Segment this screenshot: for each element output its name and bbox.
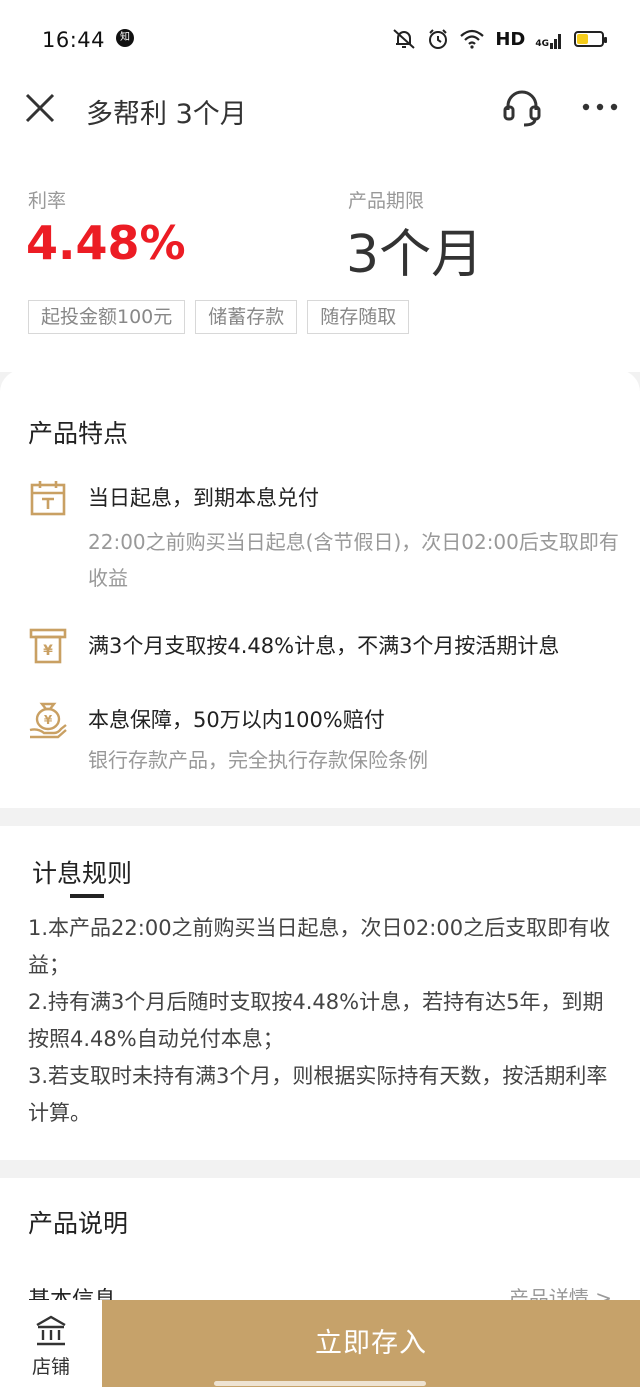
rules-list: 1.本产品22:00之前购买当日起息，次日02:00之后支取即有收益； 2.持有… [28, 910, 620, 1132]
bank-building-icon [36, 1315, 66, 1346]
tag-flexible: 随存随取 [307, 300, 410, 334]
status-icons: HD 4G [391, 26, 607, 52]
feature-title: 满3个月支取按4.48%计息，不满3个月按活期计息 [88, 634, 560, 658]
tag-savings: 储蓄存款 [195, 300, 298, 334]
money-bag-hand-icon: ¥ [29, 702, 67, 739]
term-value: 3个月 [346, 225, 484, 285]
product-summary: 利率 4.48% 产品期限 3个月 起投金额100元 储蓄存款 随存随取 [0, 140, 640, 372]
network-type: 4G [535, 39, 549, 49]
rule-item: 3.若支取时未持有满3个月，则根据实际持有天数，按活期利率计算。 [28, 1064, 608, 1125]
feature-title: 本息保障，50万以内100%赔付 [88, 708, 385, 732]
status-bar: 16:44 知 HD 4G [0, 0, 640, 78]
wifi-icon [460, 29, 485, 49]
store-label: 店铺 [31, 1356, 70, 1378]
rules-card: 计息规则 1.本产品22:00之前购买当日起息，次日02:00之后支取即有收益；… [0, 826, 640, 1160]
home-indicator[interactable] [214, 1381, 426, 1386]
rule-item: 1.本产品22:00之前购买当日起息，次日02:00之后支取即有收益； [28, 916, 611, 977]
feature-item: ¥ 本息保障，50万以内100%赔付 银行存款产品，完全执行存款保险条例 [28, 700, 628, 800]
hd-indicator: HD [495, 28, 526, 50]
rule-item: 2.持有满3个月后随时支取按4.48%计息，若持有达5年，到期按照4.48%自动… [28, 990, 604, 1051]
rules-title-underline [70, 894, 104, 898]
term-label: 产品期限 [348, 190, 425, 212]
more-icon[interactable] [580, 92, 620, 122]
battery-icon [574, 31, 607, 47]
cash-withdraw-icon: ¥ [29, 628, 67, 664]
signal-bars-icon [550, 34, 561, 49]
page-title: 多帮利 3个月 [86, 99, 247, 130]
tag-min-amount: 起投金额100元 [28, 300, 186, 334]
bottom-action-bar: 店铺 立即存入 [0, 1300, 640, 1387]
status-time: 16:44 [42, 28, 106, 52]
signal-icon: 4G [535, 29, 564, 49]
nav-header: 多帮利 3个月 [0, 78, 640, 140]
zhihu-notification-icon: 知 [116, 29, 134, 47]
rate-value: 4.48% [26, 216, 186, 270]
feature-item: ¥ 满3个月支取按4.48%计息，不满3个月按活期计息 [28, 626, 628, 670]
feature-desc: 银行存款产品，完全执行存款保险条例 [88, 748, 428, 772]
rules-title: 计息规则 [32, 859, 133, 888]
description-title: 产品说明 [28, 1209, 129, 1238]
customer-service-icon[interactable] [500, 86, 544, 130]
features-title: 产品特点 [28, 419, 129, 448]
mute-bell-icon [393, 29, 415, 49]
feature-desc: 22:00之前购买当日起息(含节假日)，次日02:00后支取即有收益 [88, 530, 619, 590]
store-tab[interactable]: 店铺 [0, 1300, 102, 1387]
svg-text:¥: ¥ [44, 713, 53, 727]
feature-item: 当日起息，到期本息兑付 22:00之前购买当日起息(含节假日)，次日02:00后… [28, 478, 628, 590]
deposit-now-button[interactable]: 立即存入 [102, 1300, 640, 1387]
product-tags: 起投金额100元 储蓄存款 随存随取 [28, 300, 410, 334]
features-card: 产品特点 当日起息，到期本息兑付 22:00之前购买当日起息(含节假日)，次日0… [0, 370, 640, 808]
alarm-icon [429, 29, 448, 49]
feature-title: 当日起息，到期本息兑付 [88, 486, 319, 510]
svg-text:¥: ¥ [43, 643, 53, 659]
calendar-icon [30, 481, 66, 516]
close-icon[interactable] [22, 90, 58, 126]
rate-label: 利率 [28, 190, 67, 212]
